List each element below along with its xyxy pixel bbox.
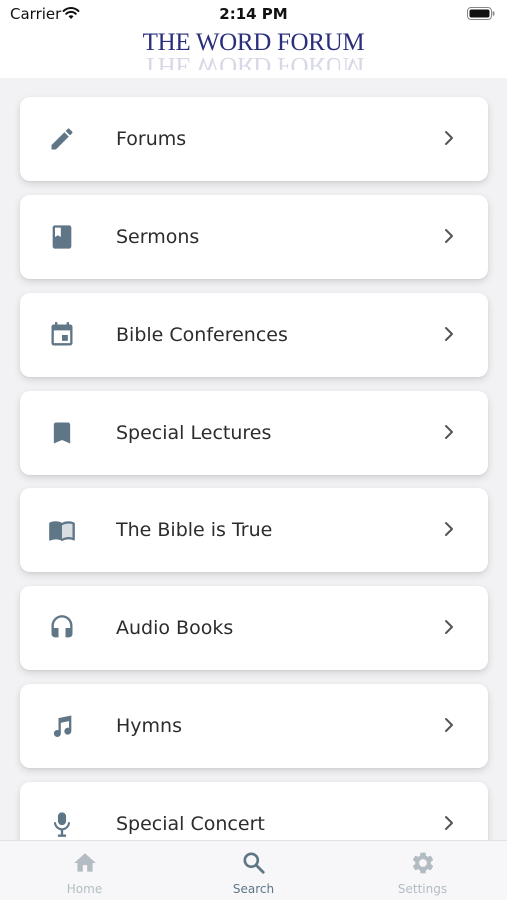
- menu-item-label: The Bible is True: [116, 519, 273, 541]
- tab-search-label: Search: [232, 882, 275, 896]
- menu-item-special-concert[interactable]: Special Concert: [20, 782, 488, 840]
- chevron-right-icon: [445, 522, 453, 536]
- chevron-right-icon: [445, 816, 453, 830]
- pencil-icon: [51, 128, 73, 150]
- microphone-icon: [53, 812, 71, 837]
- app-header: THE WORD FORUM THE WORD FORUM: [0, 28, 507, 78]
- status-bar: Carrier 2:14 PM: [0, 0, 507, 28]
- search-icon: [242, 852, 265, 874]
- menu-item-label: Sermons: [116, 226, 200, 248]
- tab-home[interactable]: Home: [0, 841, 169, 900]
- menu-item-audio-books[interactable]: Audio Books: [20, 586, 488, 670]
- menu-item-special-lectures[interactable]: Special Lectures: [20, 391, 488, 475]
- bookmark-icon: [53, 422, 71, 444]
- menu-item-label: Special Lectures: [116, 422, 272, 444]
- menu-item-label: Audio Books: [116, 617, 234, 639]
- home-icon: [73, 853, 96, 872]
- tab-settings-label: Settings: [397, 882, 448, 896]
- menu-item-label: Hymns: [116, 715, 182, 737]
- status-time: 2:14 PM: [219, 5, 288, 23]
- battery-icon: [467, 7, 495, 20]
- tab-bar: Home Search Settings: [0, 840, 507, 900]
- menu-list[interactable]: Forums Sermons Bible Conferences Special…: [0, 78, 507, 840]
- menu-item-label: Special Concert: [116, 813, 265, 835]
- menu-item-sermons[interactable]: Sermons: [20, 195, 488, 279]
- tab-home-label: Home: [66, 882, 103, 896]
- chevron-right-icon: [445, 229, 453, 243]
- menu-item-label: Bible Conferences: [116, 324, 288, 346]
- chevron-right-icon: [445, 425, 453, 439]
- logo-reflection: THE WORD FORUM: [0, 52, 507, 70]
- menu-item-forums[interactable]: Forums: [20, 97, 488, 181]
- menu-item-bible-conferences[interactable]: Bible Conferences: [20, 293, 488, 377]
- open-book-icon: [49, 521, 75, 542]
- tab-settings[interactable]: Settings: [338, 841, 507, 900]
- chevron-right-icon: [445, 131, 453, 145]
- tab-search[interactable]: Search: [169, 841, 338, 900]
- gear-icon: [412, 852, 433, 874]
- menu-item-hymns[interactable]: Hymns: [20, 684, 488, 768]
- book-icon: [52, 225, 72, 249]
- menu-item-bible-is-true[interactable]: The Bible is True: [20, 488, 488, 572]
- headphones-icon: [51, 615, 73, 638]
- chevron-right-icon: [445, 620, 453, 634]
- chevron-right-icon: [445, 327, 453, 341]
- music-note-icon: [53, 715, 72, 737]
- calendar-icon: [51, 322, 73, 346]
- menu-item-label: Forums: [116, 128, 187, 150]
- chevron-right-icon: [445, 718, 453, 732]
- logo-reflection-text: THE WORD FORUM: [142, 52, 365, 70]
